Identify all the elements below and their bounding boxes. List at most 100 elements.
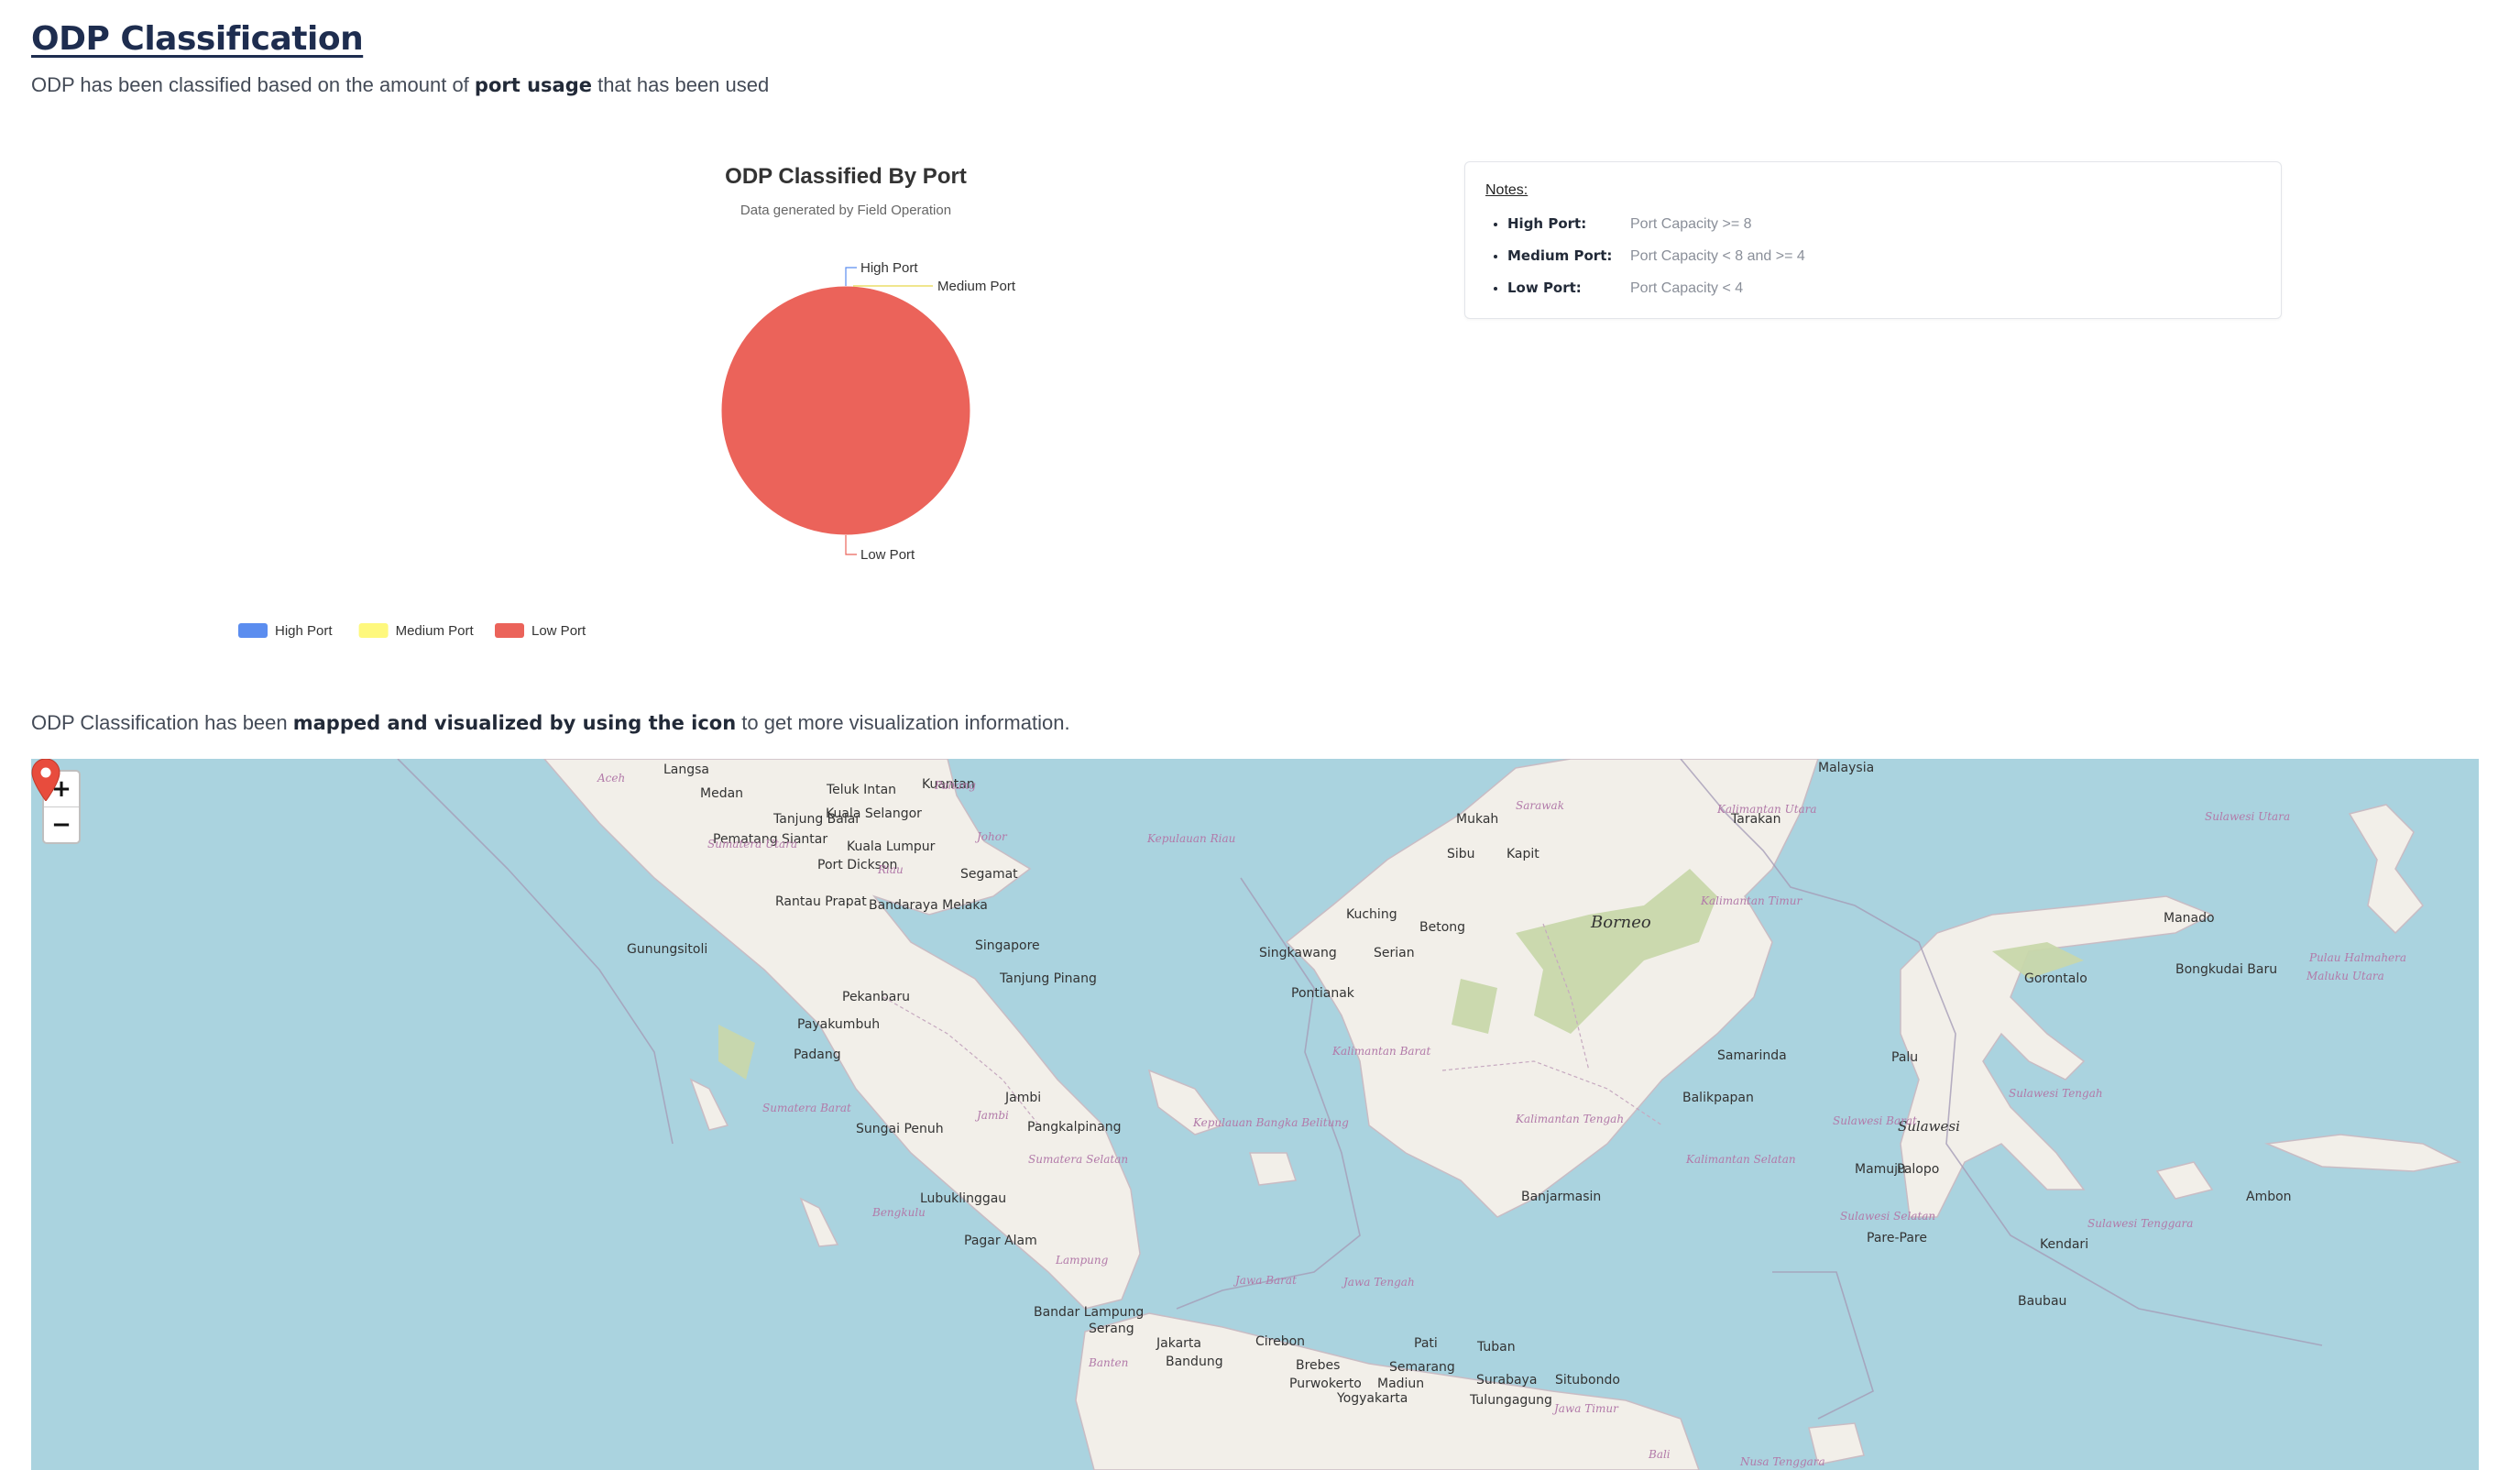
place-label: Cirebon	[1255, 1334, 1306, 1349]
page-title: ODP Classification	[31, 20, 364, 58]
region-label: Lampung	[1056, 1254, 1109, 1267]
note-name: Low Port:	[1507, 280, 1582, 296]
data-label: High Port	[860, 260, 918, 276]
map-pin-icon[interactable]	[31, 759, 60, 801]
data-label: Low Port	[860, 547, 915, 563]
place-label: Brebes	[1296, 1358, 1341, 1373]
region-label: Sumatera Utara	[707, 838, 798, 850]
zoom-out-button[interactable]: −	[44, 806, 79, 842]
intro-text: ODP has been classified based on the amo…	[31, 73, 475, 96]
region-label: Kepulauan Riau	[1147, 832, 1236, 845]
notes-title: Notes:	[1485, 182, 1528, 198]
place-label: Tuban	[1477, 1340, 1516, 1355]
region-label: Kalimantan Barat	[1332, 1045, 1431, 1058]
place-label: Pekanbaru	[842, 990, 910, 1004]
landmass-buru	[2155, 1161, 2214, 1200]
map-intro: ODP Classification has been mapped and v…	[31, 711, 1070, 735]
note-value: Port Capacity >= 8	[1630, 216, 1752, 232]
map-intro-text-end: to get more visualization information.	[736, 711, 1070, 734]
place-label: Palopo	[1897, 1162, 1940, 1177]
place-label: Surabaya	[1476, 1373, 1538, 1388]
place-label: Yogyakarta	[1337, 1391, 1408, 1406]
map-basemap[interactable]	[31, 759, 2479, 1470]
note-item-low: Low Port: Port Capacity < 4	[1507, 272, 2261, 304]
place-label: Segamat	[960, 867, 1018, 882]
note-item-high: High Port: Port Capacity >= 8	[1507, 208, 2261, 240]
region-label: Kalimantan Utara	[1717, 803, 1817, 816]
place-label: Serang	[1089, 1322, 1134, 1336]
place-label: Mukah	[1456, 812, 1499, 827]
map-intro-text: ODP Classification has been	[31, 711, 293, 734]
legend-swatch	[358, 623, 389, 638]
sea-border	[1772, 1271, 1874, 1420]
place-label: Gunungsitoli	[627, 942, 708, 957]
region-label: Kalimantan Tengah	[1516, 1113, 1625, 1125]
region-label: Pahang	[935, 779, 976, 792]
landmass-nias	[689, 1078, 729, 1131]
place-label: Situbondo	[1555, 1373, 1620, 1388]
place-label: Medan	[700, 786, 744, 801]
legend-label: High Port	[275, 623, 333, 639]
notes-panel: Notes: High Port: Port Capacity >= 8 Medi…	[1464, 161, 2282, 319]
landmass-halmahera	[2348, 804, 2424, 935]
island-label-borneo: Borneo	[1591, 913, 1651, 932]
place-label: Madiun	[1377, 1377, 1425, 1391]
place-label: Pangkalpinang	[1027, 1120, 1122, 1135]
place-label: Padang	[794, 1048, 841, 1062]
place-label: Singapore	[975, 938, 1040, 953]
place-label: Serian	[1374, 946, 1415, 960]
region-label: Bali	[1649, 1448, 1671, 1461]
place-label: Rantau Prapat	[775, 894, 867, 909]
note-value: Port Capacity < 4	[1630, 280, 1744, 296]
region-label: Kalimantan Selatan	[1686, 1153, 1796, 1166]
place-label: Lubuklinggau	[920, 1191, 1007, 1206]
legend-label: Low Port	[531, 623, 586, 639]
legend-label: Medium Port	[396, 623, 475, 639]
place-label: Bandaraya Melaka	[869, 898, 988, 913]
region-label: Johor	[977, 830, 1007, 843]
place-label: Bandung	[1166, 1355, 1223, 1369]
notes-list: High Port: Port Capacity >= 8 Medium Port…	[1485, 208, 2261, 304]
region-label: Nusa Tenggara	[1740, 1455, 1825, 1468]
place-label: Bongkudai Baru	[2175, 962, 2278, 977]
region-label: Sulawesi Tengah	[2009, 1087, 2103, 1100]
place-label: Pati	[1414, 1336, 1438, 1351]
note-item-medium: Medium Port: Port Capacity < 8 and >= 4	[1507, 240, 2261, 272]
landmass-seram	[2264, 1134, 2462, 1172]
region-label: Sulawesi Tenggara	[2087, 1217, 2194, 1230]
place-label: Kendari	[2040, 1237, 2089, 1252]
place-label: Sibu	[1447, 847, 1475, 861]
legend-swatch	[495, 623, 524, 638]
data-label-leader	[845, 267, 857, 286]
intro-bold-text: port usage	[474, 74, 592, 96]
data-label: Medium Port	[937, 279, 1016, 294]
landmass-siberut	[799, 1197, 839, 1247]
region-label: Kepulauan Bangka Belitung	[1193, 1116, 1349, 1129]
place-label: Baubau	[2018, 1294, 2067, 1309]
place-label: Balikpapan	[1682, 1091, 1754, 1105]
legend-swatch	[238, 623, 268, 638]
chart-title: ODP Classified By Port	[725, 164, 967, 189]
place-label: Malaysia	[1818, 761, 1875, 775]
landmass-sumatra	[543, 759, 1141, 1310]
place-label: Kapit	[1507, 847, 1539, 861]
region-label: Kalimantan Timur	[1701, 894, 1802, 907]
region-label: Maluku Utara	[2306, 970, 2384, 982]
page-intro: ODP has been classified based on the amo…	[31, 73, 769, 97]
place-label: Samarinda	[1717, 1048, 1787, 1063]
region-label: Sarawak	[1516, 799, 1564, 812]
place-label: Payakumbuh	[797, 1017, 881, 1032]
place-label: Palu	[1891, 1050, 1919, 1065]
region-label: Sulawesi Selatan	[1840, 1210, 1936, 1223]
odp-map[interactable]: + − Borneo Sulawesi Malaysia Langsa Medan T…	[31, 759, 2479, 1470]
pie-chart-svg: ODP Classified By Port Data generated by …	[238, 164, 1016, 639]
place-label: Banjarmasin	[1521, 1190, 1602, 1204]
place-label: Langsa	[663, 762, 710, 777]
map-intro-bold-text: mapped and visualized by using the icon	[292, 712, 737, 734]
place-label: Tanjung Pinang	[1000, 971, 1097, 986]
region-label: Jawa Timur	[1554, 1402, 1618, 1415]
region-label: Jawa Tengah	[1343, 1276, 1415, 1289]
region-label: Sumatera Barat	[762, 1102, 851, 1114]
region-label: Sulawesi Utara	[2205, 810, 2291, 823]
region-label: Banten	[1089, 1356, 1129, 1369]
